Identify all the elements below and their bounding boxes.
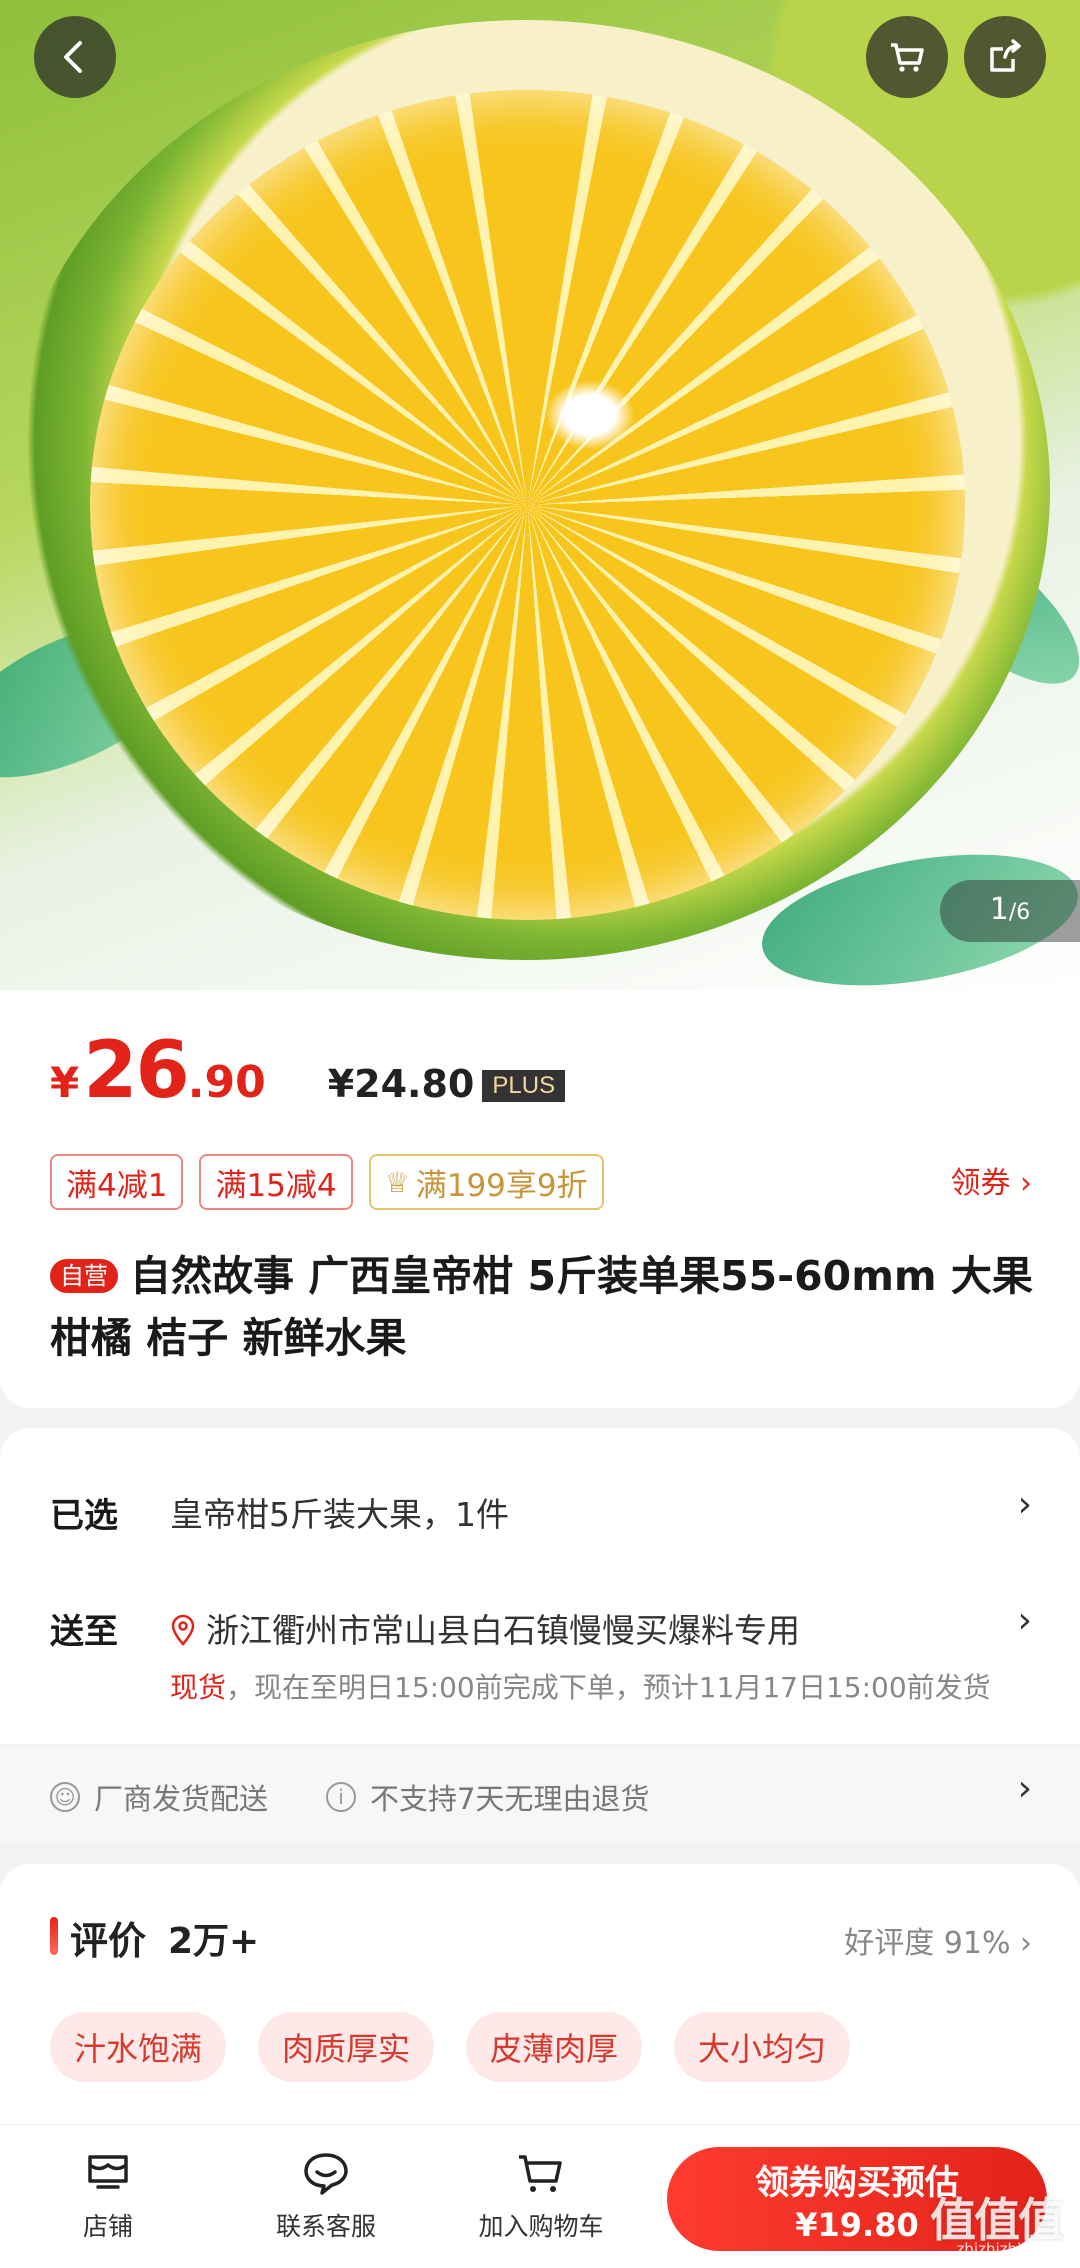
watermark-url: zhizhizhi.com (956, 2240, 1058, 2258)
price-card: ¥ 26 .90 ¥24.80 PLUS 满4减1 满15减4 ♕ 满199享9折… (0, 990, 1080, 1408)
product-title: 自营 自然故事 广西皇帝柑 5斤装单果55-60mm 大果 柑橘 桔子 新鲜水果 (50, 1245, 1050, 1369)
info-icon: i (326, 1782, 356, 1812)
shop-button[interactable]: 店铺 (28, 2145, 188, 2243)
coupon-list: 满4减1 满15减4 ♕ 满199享9折 (50, 1154, 604, 1210)
review-tag[interactable]: 大小均匀 (674, 2012, 851, 2082)
back-button[interactable] (34, 16, 116, 98)
cart-icon (891, 43, 924, 72)
product-image-gallery[interactable]: 1 /6 (0, 0, 1080, 990)
ship-to-label: 送至 (50, 1612, 118, 1652)
image-pager: 1 /6 (940, 880, 1080, 942)
service-item: ☺ 厂商发货配送 (50, 1776, 268, 1818)
orange-core (545, 380, 635, 450)
selected-value: 皇帝柑5斤装大果，1件 (170, 1495, 509, 1534)
price-decimal: .90 (187, 1057, 266, 1108)
crown-icon: ♕ (384, 1165, 410, 1199)
price-row: ¥ 26 .90 ¥24.80 PLUS (50, 1026, 566, 1116)
customer-service-button[interactable]: 联系客服 (246, 2145, 406, 2243)
chevron-right-icon: › (1017, 1600, 1032, 1641)
positive-rate-link[interactable]: 好评度 91% › (844, 1918, 1032, 1962)
share-icon (990, 39, 1021, 72)
shop-label: 店铺 (82, 2212, 133, 2241)
cart-button[interactable] (866, 16, 948, 98)
coupon-label: 满199享9折 (415, 1167, 588, 1204)
plus-price: ¥24.80 (327, 1062, 475, 1106)
chevron-right-icon: › (1017, 1484, 1032, 1525)
stock-text: ，现在至明日15:00前完成下单，预计11月17日15:00前发货 (226, 1671, 991, 1704)
review-tag[interactable]: 肉质厚实 (258, 2012, 435, 2082)
service-text: 厂商发货配送 (94, 1782, 269, 1816)
coupon-tag[interactable]: 满4减1 (50, 1154, 184, 1210)
stock-info: 现货，现在至明日15:00前完成下单，预计11月17日15:00前发货 (170, 1666, 991, 1706)
price-integer: 26 (83, 1026, 190, 1116)
pager-total: /6 (1008, 900, 1031, 925)
shop-icon (88, 2155, 128, 2189)
cart-icon (519, 2155, 562, 2192)
self-operated-badge: 自营 (50, 1259, 118, 1293)
bottom-action-bar: 店铺 联系客服 加入购物车 领券购买预估 ¥19.80 (0, 2124, 1080, 2268)
stock-tag: 现货 (170, 1671, 227, 1704)
add-to-cart-button[interactable]: 加入购物车 (461, 2145, 621, 2243)
back-arrow-icon (64, 41, 82, 73)
coupon-label: 满15减4 (215, 1167, 337, 1204)
review-card: 评价 2万+ 好评度 91% › 汁水饱满 肉质厚实 皮薄肉厚 大小均匀 (0, 1864, 1080, 2124)
chat-bubble-icon (304, 2153, 348, 2195)
currency-symbol: ¥ (50, 1058, 80, 1107)
review-tag-list: 汁水饱满 肉质厚实 皮薄肉厚 大小均匀 (50, 2012, 851, 2082)
selected-label: 已选 (50, 1496, 118, 1536)
share-button[interactable] (964, 16, 1046, 98)
service-text: 不支持7天无理由退货 (370, 1782, 650, 1816)
service-strip[interactable]: ☺ 厂商发货配送 i 不支持7天无理由退货 › (0, 1746, 1080, 1842)
review-tag[interactable]: 皮薄肉厚 (466, 2012, 643, 2082)
get-coupon-link[interactable]: 领券 › (950, 1158, 1032, 1202)
orange-flesh (90, 90, 965, 920)
coupon-label: 满4减1 (66, 1167, 168, 1204)
location-pin-icon (171, 1614, 195, 1646)
address-text: 浙江衢州市常山县白石镇慢慢买爆料专用 (206, 1611, 800, 1650)
coupon-tag-plus[interactable]: ♕ 满199享9折 (368, 1154, 604, 1210)
section-accent-bar (50, 1917, 58, 1955)
chevron-right-icon: › (1017, 1768, 1032, 1809)
product-title-text: 自然故事 广西皇帝柑 5斤装单果55-60mm 大果 柑橘 桔子 新鲜水果 (50, 1252, 1033, 1362)
add-to-cart-label: 加入购物车 (478, 2212, 604, 2241)
review-tag[interactable]: 汁水饱满 (50, 2012, 227, 2082)
review-count: 2万+ (168, 1921, 260, 1962)
coupon-tag[interactable]: 满15减4 (199, 1154, 353, 1210)
address-value: 浙江衢州市常山县白石镇慢慢买爆料专用 (170, 1604, 800, 1652)
review-title: 评价 (70, 1919, 147, 1963)
smile-icon: ☺ (50, 1782, 80, 1812)
service-item: i 不支持7天无理由退货 (326, 1776, 649, 1818)
selection-card: 已选 皇帝柑5斤装大果，1件 › 送至 浙江衢州市常山县白石镇慢慢买爆料专用 ›… (0, 1428, 1080, 1744)
customer-service-label: 联系客服 (275, 2212, 376, 2241)
pager-current: 1 (989, 892, 1009, 927)
plus-badge: PLUS (482, 1070, 566, 1102)
